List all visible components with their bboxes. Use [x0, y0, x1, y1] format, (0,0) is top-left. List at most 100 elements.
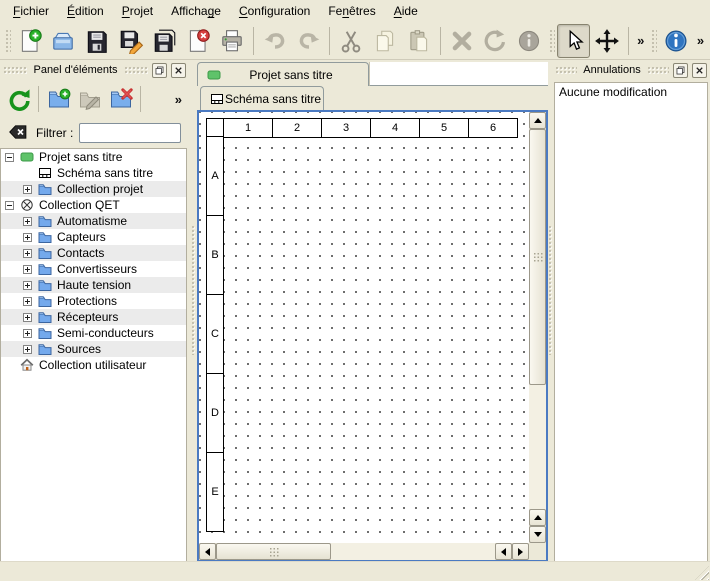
- print-button[interactable]: [215, 24, 249, 58]
- expander-plus-icon[interactable]: [23, 345, 32, 354]
- horizontal-scrollbar-thumb[interactable]: [216, 543, 331, 560]
- dock-float-button[interactable]: [152, 63, 167, 78]
- toolbar-handle[interactable]: [4, 28, 11, 54]
- tree-item-collection-projet[interactable]: Collection projet: [1, 181, 186, 197]
- info-blue-icon: [663, 28, 689, 54]
- dock-close-button[interactable]: [171, 63, 186, 78]
- selection-mode-button[interactable]: [557, 24, 591, 58]
- left-splitter[interactable]: [189, 60, 197, 562]
- scroll-up-button-2[interactable]: [529, 509, 546, 526]
- status-bar: [0, 561, 710, 581]
- folder-icon: [38, 262, 52, 276]
- elements-panel-toolbar: »: [0, 80, 189, 118]
- save-button[interactable]: [80, 24, 114, 58]
- clear-filter-button[interactable]: [6, 121, 30, 145]
- tree-item-sources[interactable]: Sources: [1, 341, 186, 357]
- filter-input[interactable]: [79, 123, 181, 143]
- refresh-icon: [7, 87, 31, 111]
- close-file-button[interactable]: [181, 24, 215, 58]
- delete-category-button[interactable]: [105, 84, 136, 115]
- tree-item-label: Protections: [57, 293, 117, 309]
- expander-plus-icon[interactable]: [23, 233, 32, 242]
- edit-category-button[interactable]: [74, 84, 105, 115]
- arrow-left-icon: [201, 548, 210, 556]
- expander-plus-icon[interactable]: [23, 313, 32, 322]
- tab-schema-sans-titre[interactable]: Schéma sans titre: [200, 86, 324, 110]
- diagram-canvas[interactable]: 123456 ABCDE: [199, 112, 529, 543]
- menu-fenetres[interactable]: Fenêtres: [319, 1, 384, 21]
- vertical-scrollbar-thumb[interactable]: [529, 129, 546, 385]
- tree-item-haute-tension[interactable]: Haute tension: [1, 277, 186, 293]
- reload-collections-button[interactable]: [3, 84, 34, 115]
- tree-item-convertisseurs[interactable]: Convertisseurs: [1, 261, 186, 277]
- menu-projet[interactable]: Projet: [113, 1, 162, 21]
- tree-item-collection-utilisateur[interactable]: Collection utilisateur: [1, 357, 186, 373]
- tab-project-sans-titre[interactable]: Projet sans titre: [197, 62, 369, 86]
- rotate-button[interactable]: [478, 24, 512, 58]
- undo-panel-titlebar[interactable]: Annulations: [552, 60, 710, 80]
- new-document-icon: [17, 28, 43, 54]
- scroll-down-button[interactable]: [529, 526, 546, 543]
- tree-item-schema-sans-titre[interactable]: Schéma sans titre: [1, 165, 186, 181]
- tree-item-capteurs[interactable]: Capteurs: [1, 229, 186, 245]
- tree-item-semi-conducteurs[interactable]: Semi-conducteurs: [1, 325, 186, 341]
- horizontal-scrollbar[interactable]: [199, 543, 529, 560]
- expander-minus-icon[interactable]: [5, 201, 14, 210]
- scroll-right-button[interactable]: [512, 543, 529, 560]
- menu-edition[interactable]: Édition: [58, 1, 113, 21]
- scroll-left-button[interactable]: [199, 543, 216, 560]
- tree-item-recepteurs[interactable]: Récepteurs: [1, 309, 186, 325]
- scroll-up-button[interactable]: [529, 112, 546, 129]
- folder-icon: [38, 246, 52, 260]
- schema-tab-label: Schéma sans titre: [225, 92, 321, 106]
- expander-plus-icon[interactable]: [23, 249, 32, 258]
- redo-button[interactable]: [292, 24, 326, 58]
- paste-button[interactable]: [402, 24, 436, 58]
- move-icon: [594, 28, 620, 54]
- expander-minus-icon[interactable]: [5, 153, 14, 162]
- tree-item-collection-qet[interactable]: Collection QET: [1, 197, 186, 213]
- undo-button[interactable]: [258, 24, 292, 58]
- pan-mode-button[interactable]: [590, 24, 624, 58]
- menu-affichage[interactable]: Affichage: [162, 1, 230, 21]
- undo-list-item[interactable]: Aucune modification: [555, 83, 707, 101]
- overflow-chevron[interactable]: »: [633, 33, 648, 48]
- cut-button[interactable]: [334, 24, 368, 58]
- toolbar-handle[interactable]: [650, 28, 657, 54]
- menu-aide[interactable]: Aide: [385, 1, 427, 21]
- vertical-scrollbar[interactable]: [529, 112, 546, 543]
- menu-configuration[interactable]: Configuration: [230, 1, 319, 21]
- tree-item-contacts[interactable]: Contacts: [1, 245, 186, 261]
- resize-grip[interactable]: [695, 566, 709, 580]
- expander-plus-icon[interactable]: [23, 329, 32, 338]
- scroll-left-button-2[interactable]: [495, 543, 512, 560]
- expander-plus-icon[interactable]: [23, 281, 32, 290]
- tree-item-automatisme[interactable]: Automatisme: [1, 213, 186, 229]
- save-as-button[interactable]: [114, 24, 148, 58]
- expander-plus-icon[interactable]: [23, 297, 32, 306]
- copy-button[interactable]: [368, 24, 402, 58]
- dock-float-button[interactable]: [673, 63, 688, 78]
- new-document-button[interactable]: [13, 24, 47, 58]
- new-category-button[interactable]: [43, 84, 74, 115]
- expander-plus-icon[interactable]: [23, 185, 32, 194]
- overflow-chevron[interactable]: »: [693, 33, 708, 48]
- open-document-button[interactable]: [46, 24, 80, 58]
- tree-item-label: Haute tension: [57, 277, 131, 293]
- tree-item-protections[interactable]: Protections: [1, 293, 186, 309]
- expander-plus-icon[interactable]: [23, 265, 32, 274]
- overflow-chevron[interactable]: »: [171, 92, 186, 107]
- element-info-button[interactable]: [512, 24, 546, 58]
- about-button[interactable]: [659, 24, 693, 58]
- expander-plus-icon[interactable]: [23, 217, 32, 226]
- elements-panel-title: Panel d'éléments: [31, 64, 119, 76]
- elements-panel-titlebar[interactable]: Panel d'éléments: [0, 60, 189, 80]
- toolbar-handle[interactable]: [548, 28, 555, 54]
- dock-close-button[interactable]: [692, 63, 707, 78]
- delete-button[interactable]: [445, 24, 479, 58]
- column-header-row: 123456: [206, 118, 518, 138]
- menu-fichier[interactable]: Fichier: [4, 1, 58, 21]
- save-all-button[interactable]: [148, 24, 182, 58]
- tree-item-projet-sans-titre[interactable]: Projet sans titre: [1, 149, 186, 165]
- tree-item-label: Semi-conducteurs: [57, 325, 154, 341]
